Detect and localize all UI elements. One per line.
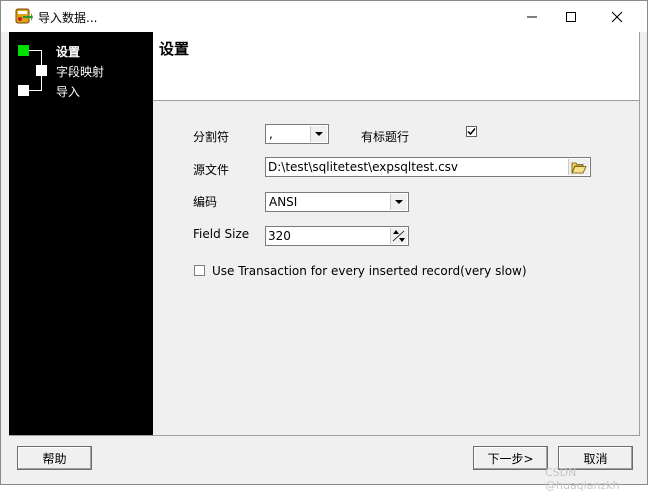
tree-connector	[29, 90, 42, 91]
encoding-select[interactable]: ANSI	[265, 192, 409, 212]
checkmark-icon	[467, 128, 476, 136]
maximize-button[interactable]	[548, 1, 594, 32]
watermark: CSDN @huaqianzkh	[545, 466, 620, 492]
footer-divider	[9, 435, 640, 436]
header-divider	[153, 100, 639, 101]
step-marker-settings	[18, 45, 29, 56]
maximize-icon	[566, 11, 576, 22]
field-size-spinner[interactable]: 320	[265, 226, 409, 246]
source-file-field[interactable]: D:\test\sqlitetest\expsqltest.csv	[265, 157, 591, 177]
encoding-label: 编码	[193, 195, 218, 209]
chevron-down-icon[interactable]	[390, 194, 407, 210]
spinner-arrows-icon[interactable]	[390, 228, 407, 244]
step-import[interactable]: 导入	[56, 83, 80, 100]
next-button[interactable]: 下一步>	[473, 446, 548, 470]
use-transaction-label[interactable]: Use Transaction for every inserted recor…	[212, 264, 527, 278]
field-size-value: 320	[268, 229, 291, 243]
chevron-down-icon[interactable]	[310, 126, 327, 142]
delimiter-value: ,	[269, 127, 273, 141]
page-title: 设置	[159, 40, 190, 58]
source-file-value: D:\test\sqlitetest\expsqltest.csv	[268, 160, 459, 174]
folder-open-icon	[571, 162, 587, 173]
import-data-window: 导入数据... 设置 字段映射 导入 设置 分割符 , 有标题行 源文件 D:\…	[0, 0, 648, 485]
field-size-label: Field Size	[193, 227, 250, 241]
step-settings[interactable]: 设置	[56, 43, 80, 60]
has-header-checkbox[interactable]	[466, 126, 477, 137]
wizard-steps-sidebar: 设置 字段映射 导入	[9, 32, 153, 435]
source-file-label: 源文件	[193, 163, 230, 177]
browse-file-button[interactable]	[568, 159, 589, 175]
help-button[interactable]: 帮助	[17, 446, 92, 470]
encoding-value: ANSI	[269, 195, 298, 209]
delimiter-label: 分割符	[193, 130, 230, 144]
content-border	[639, 32, 640, 436]
step-field-mapping[interactable]: 字段映射	[56, 63, 104, 80]
window-title: 导入数据...	[38, 11, 98, 25]
tree-connector	[29, 50, 41, 51]
close-icon	[611, 11, 623, 22]
minimize-icon	[527, 16, 537, 17]
title-bar: 导入数据...	[1, 1, 647, 32]
page-header: 设置	[153, 32, 639, 100]
has-header-label: 有标题行	[361, 130, 410, 144]
delimiter-select[interactable]: ,	[265, 124, 329, 144]
step-marker-import	[18, 85, 29, 96]
close-button[interactable]	[594, 1, 640, 32]
step-marker-field-mapping	[36, 65, 47, 76]
use-transaction-checkbox[interactable]	[194, 265, 205, 276]
import-data-app-icon	[15, 7, 33, 25]
